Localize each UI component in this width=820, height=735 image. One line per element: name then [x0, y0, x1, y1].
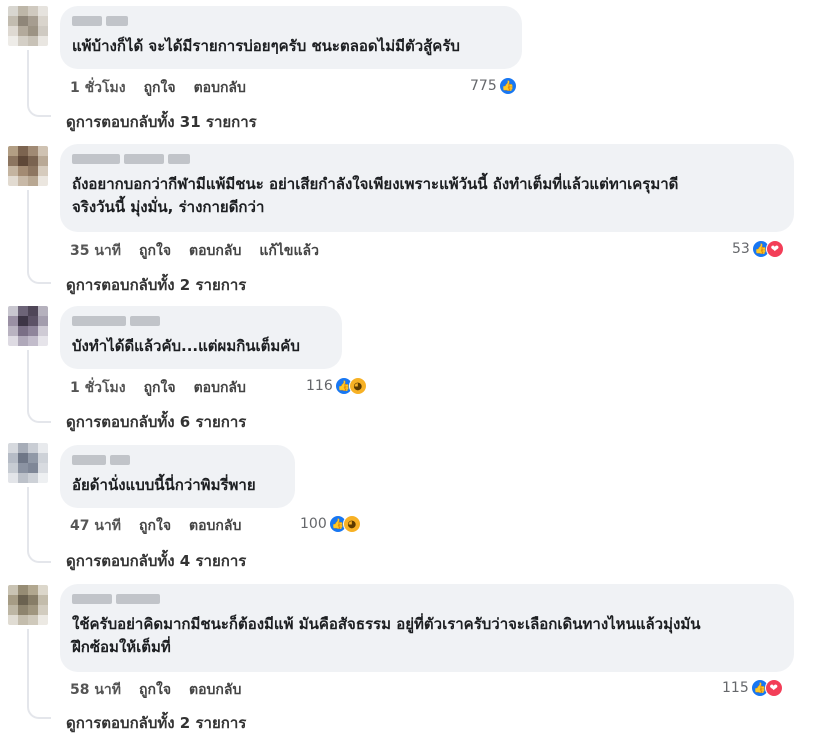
- like-button[interactable]: ถูกใจ: [139, 515, 171, 537]
- reaction-summary[interactable]: 115 👍 ❤: [722, 679, 783, 697]
- view-replies-link[interactable]: ดูการตอบกลับทั้ง 6 รายการ: [66, 410, 246, 434]
- reaction-summary[interactable]: 775 👍: [470, 77, 517, 95]
- reaction-count: 100: [300, 516, 327, 532]
- comment-text-line: แพ้บ้างก็ได้ จะได้มีรายการบ่อยๆครับ ชนะต…: [72, 37, 460, 55]
- thread-connector: [27, 707, 51, 719]
- love-icon: ❤: [764, 679, 783, 697]
- love-icon: ❤: [765, 240, 784, 258]
- like-button[interactable]: ถูกใจ: [139, 679, 171, 701]
- like-button[interactable]: ถูกใจ: [139, 240, 171, 262]
- comment-bubble: ใช้ครับอย่าคิดมากมีชนะก็ต้องมีแพ้ มันคือ…: [60, 584, 794, 672]
- reply-button[interactable]: ตอบกลับ: [189, 679, 241, 701]
- comment-bubble: ถังอยากบอกว่ากีฬามีแพ้มีชนะ อย่าเสียกำลั…: [60, 144, 794, 232]
- comment-time: 1 ชั่วโมง: [70, 80, 126, 96]
- reply-button[interactable]: ตอบกลับ: [194, 77, 246, 99]
- like-button[interactable]: ถูกใจ: [144, 377, 176, 399]
- comment-actions: 1 ชั่วโมง ถูกใจ ตอบกลับ: [70, 77, 246, 99]
- reaction-count: 116: [306, 378, 333, 394]
- commenter-name-blurred[interactable]: [72, 453, 283, 467]
- comment-actions: 47 นาที ถูกใจ ตอบกลับ: [70, 515, 241, 537]
- comment-thread: แพ้บ้างก็ได้ จะได้มีรายการบ่อยๆครับ ชนะต…: [0, 0, 820, 140]
- thread-line: [27, 487, 29, 551]
- thread-connector: [27, 551, 51, 563]
- comment-actions: 1 ชั่วโมง ถูกใจ ตอบกลับ: [70, 377, 246, 399]
- comment-thread: อัยด้านั่งแบบนี้นี่กว่าพิมรี่พาย 47 นาที…: [0, 435, 820, 575]
- like-button[interactable]: ถูกใจ: [144, 77, 176, 99]
- avatar[interactable]: [8, 306, 48, 346]
- haha-icon: ◕: [342, 515, 361, 533]
- comment-time: 47 นาที: [70, 518, 122, 534]
- haha-icon: ◕: [348, 377, 367, 395]
- commenter-name-blurred[interactable]: [72, 592, 782, 606]
- reaction-count: 53: [732, 241, 750, 257]
- thread-line: [27, 190, 29, 272]
- view-replies-link[interactable]: ดูการตอบกลับทั้ง 31 รายการ: [66, 110, 257, 134]
- commenter-name-blurred[interactable]: [72, 314, 330, 328]
- reaction-summary[interactable]: 53 👍 ❤: [732, 240, 784, 258]
- reaction-summary[interactable]: 116 👍 ◕: [306, 377, 367, 395]
- comment-text-line: ใช้ครับอย่าคิดมากมีชนะก็ต้องมีแพ้ มันคือ…: [72, 615, 701, 633]
- thread-line: [27, 629, 29, 707]
- reaction-summary[interactable]: 100 👍 ◕: [300, 515, 361, 533]
- comment-thread: บังทำได้ดีแล้วคับ...แต่ผมกินเต็มคับ 1 ชั…: [0, 300, 820, 435]
- comment-bubble: บังทำได้ดีแล้วคับ...แต่ผมกินเต็มคับ: [60, 306, 342, 369]
- avatar[interactable]: [8, 443, 48, 483]
- comment-actions: 35 นาที ถูกใจ ตอบกลับ แก้ไขแล้ว: [70, 240, 319, 262]
- comment-actions: 58 นาที ถูกใจ ตอบกลับ: [70, 679, 241, 701]
- comment-text-line: อัยด้านั่งแบบนี้นี่กว่าพิมรี่พาย: [72, 476, 256, 494]
- view-replies-link[interactable]: ดูการตอบกลับทั้ง 2 รายการ: [66, 273, 246, 297]
- comment-bubble: อัยด้านั่งแบบนี้นี่กว่าพิมรี่พาย: [60, 445, 295, 508]
- avatar[interactable]: [8, 6, 48, 46]
- comment-text-line: จริงวันนี้ มุ่งมั่น, ร่างกายดีกว่า: [72, 198, 265, 216]
- like-icon: 👍: [498, 77, 517, 95]
- comment-time: 58 นาที: [70, 682, 122, 698]
- thread-line: [27, 350, 29, 411]
- commenter-name-blurred[interactable]: [72, 14, 510, 28]
- reply-button[interactable]: ตอบกลับ: [189, 240, 241, 262]
- avatar[interactable]: [8, 146, 48, 186]
- commenter-name-blurred[interactable]: [72, 152, 782, 166]
- thread-line: [27, 50, 29, 105]
- reply-button[interactable]: ตอบกลับ: [194, 377, 246, 399]
- comment-text-line: ถังอยากบอกว่ากีฬามีแพ้มีชนะ อย่าเสียกำลั…: [72, 175, 679, 193]
- comment-thread: ถังอยากบอกว่ากีฬามีแพ้มีชนะ อย่าเสียกำลั…: [0, 140, 820, 300]
- reaction-count: 775: [470, 78, 497, 94]
- comment-thread: ใช้ครับอย่าคิดมากมีชนะก็ต้องมีแพ้ มันคือ…: [0, 575, 820, 732]
- reaction-count: 115: [722, 680, 749, 696]
- comment-text-line: ฝึกซ้อมให้เต็มที่: [72, 638, 171, 656]
- reply-button[interactable]: ตอบกลับ: [189, 515, 241, 537]
- edited-label[interactable]: แก้ไขแล้ว: [259, 240, 319, 262]
- view-replies-link[interactable]: ดูการตอบกลับทั้ง 4 รายการ: [66, 549, 246, 573]
- thread-connector: [27, 272, 51, 284]
- comment-bubble: แพ้บ้างก็ได้ จะได้มีรายการบ่อยๆครับ ชนะต…: [60, 6, 522, 69]
- comment-time: 35 นาที: [70, 243, 122, 259]
- thread-connector: [27, 411, 51, 423]
- thread-connector: [27, 105, 51, 117]
- comment-time: 1 ชั่วโมง: [70, 380, 126, 396]
- view-replies-link[interactable]: ดูการตอบกลับทั้ง 2 รายการ: [66, 711, 246, 735]
- avatar[interactable]: [8, 585, 48, 625]
- comment-text-line: บังทำได้ดีแล้วคับ...แต่ผมกินเต็มคับ: [72, 337, 300, 355]
